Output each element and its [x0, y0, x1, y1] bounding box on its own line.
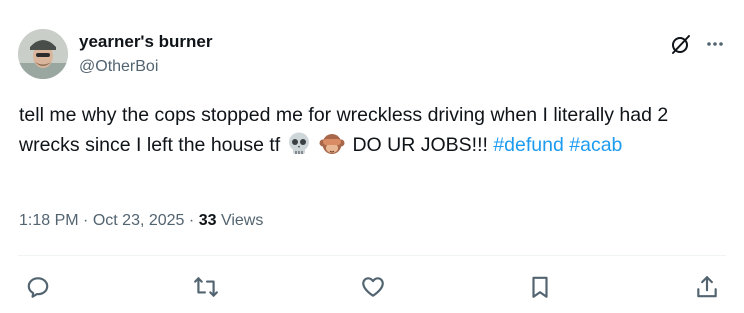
views-label[interactable]: Views [221, 212, 263, 229]
skull-emoji [288, 132, 309, 154]
views-count[interactable]: 33 [199, 212, 217, 229]
see-no-evil-monkey-emoji [319, 134, 345, 154]
tweet-text: tell me why the cops stopped me for wrec… [19, 100, 719, 160]
meta-separator: · [83, 212, 89, 229]
share-button[interactable] [694, 274, 720, 300]
bookmark-icon [532, 276, 548, 298]
tweet-date[interactable]: Oct 23, 2025 [93, 212, 185, 229]
like-icon [362, 277, 384, 297]
hashtag-acab[interactable]: #acab [569, 134, 622, 156]
retweet-button[interactable] [193, 274, 219, 300]
like-button[interactable] [360, 274, 386, 300]
retweet-icon [194, 277, 218, 297]
meta-separator-2: · [188, 212, 195, 229]
divider [18, 255, 726, 256]
avatar-image [18, 29, 68, 79]
bookmark-button[interactable] [527, 274, 553, 300]
reply-icon [27, 277, 49, 298]
tweet-time[interactable]: 1:18 PM [19, 212, 79, 229]
avatar[interactable] [18, 29, 68, 79]
more-button[interactable] [703, 32, 727, 56]
share-icon [697, 276, 717, 298]
user-handle[interactable]: @OtherBoi [79, 57, 158, 77]
grok-button[interactable] [669, 32, 693, 56]
tweet-card: yearner's burner @OtherBoi tell me why t… [0, 0, 744, 313]
grok-icon [672, 35, 690, 54]
tweet-meta: 1:18 PM · Oct 23, 2025 · 33 Views [19, 210, 263, 232]
tweet-text-exclaim: DO UR JOBS!!! [352, 134, 488, 156]
reply-button[interactable] [25, 274, 51, 300]
more-icon [707, 42, 723, 46]
hashtag-defund[interactable]: #defund [493, 134, 564, 156]
display-name[interactable]: yearner's burner [79, 32, 213, 52]
